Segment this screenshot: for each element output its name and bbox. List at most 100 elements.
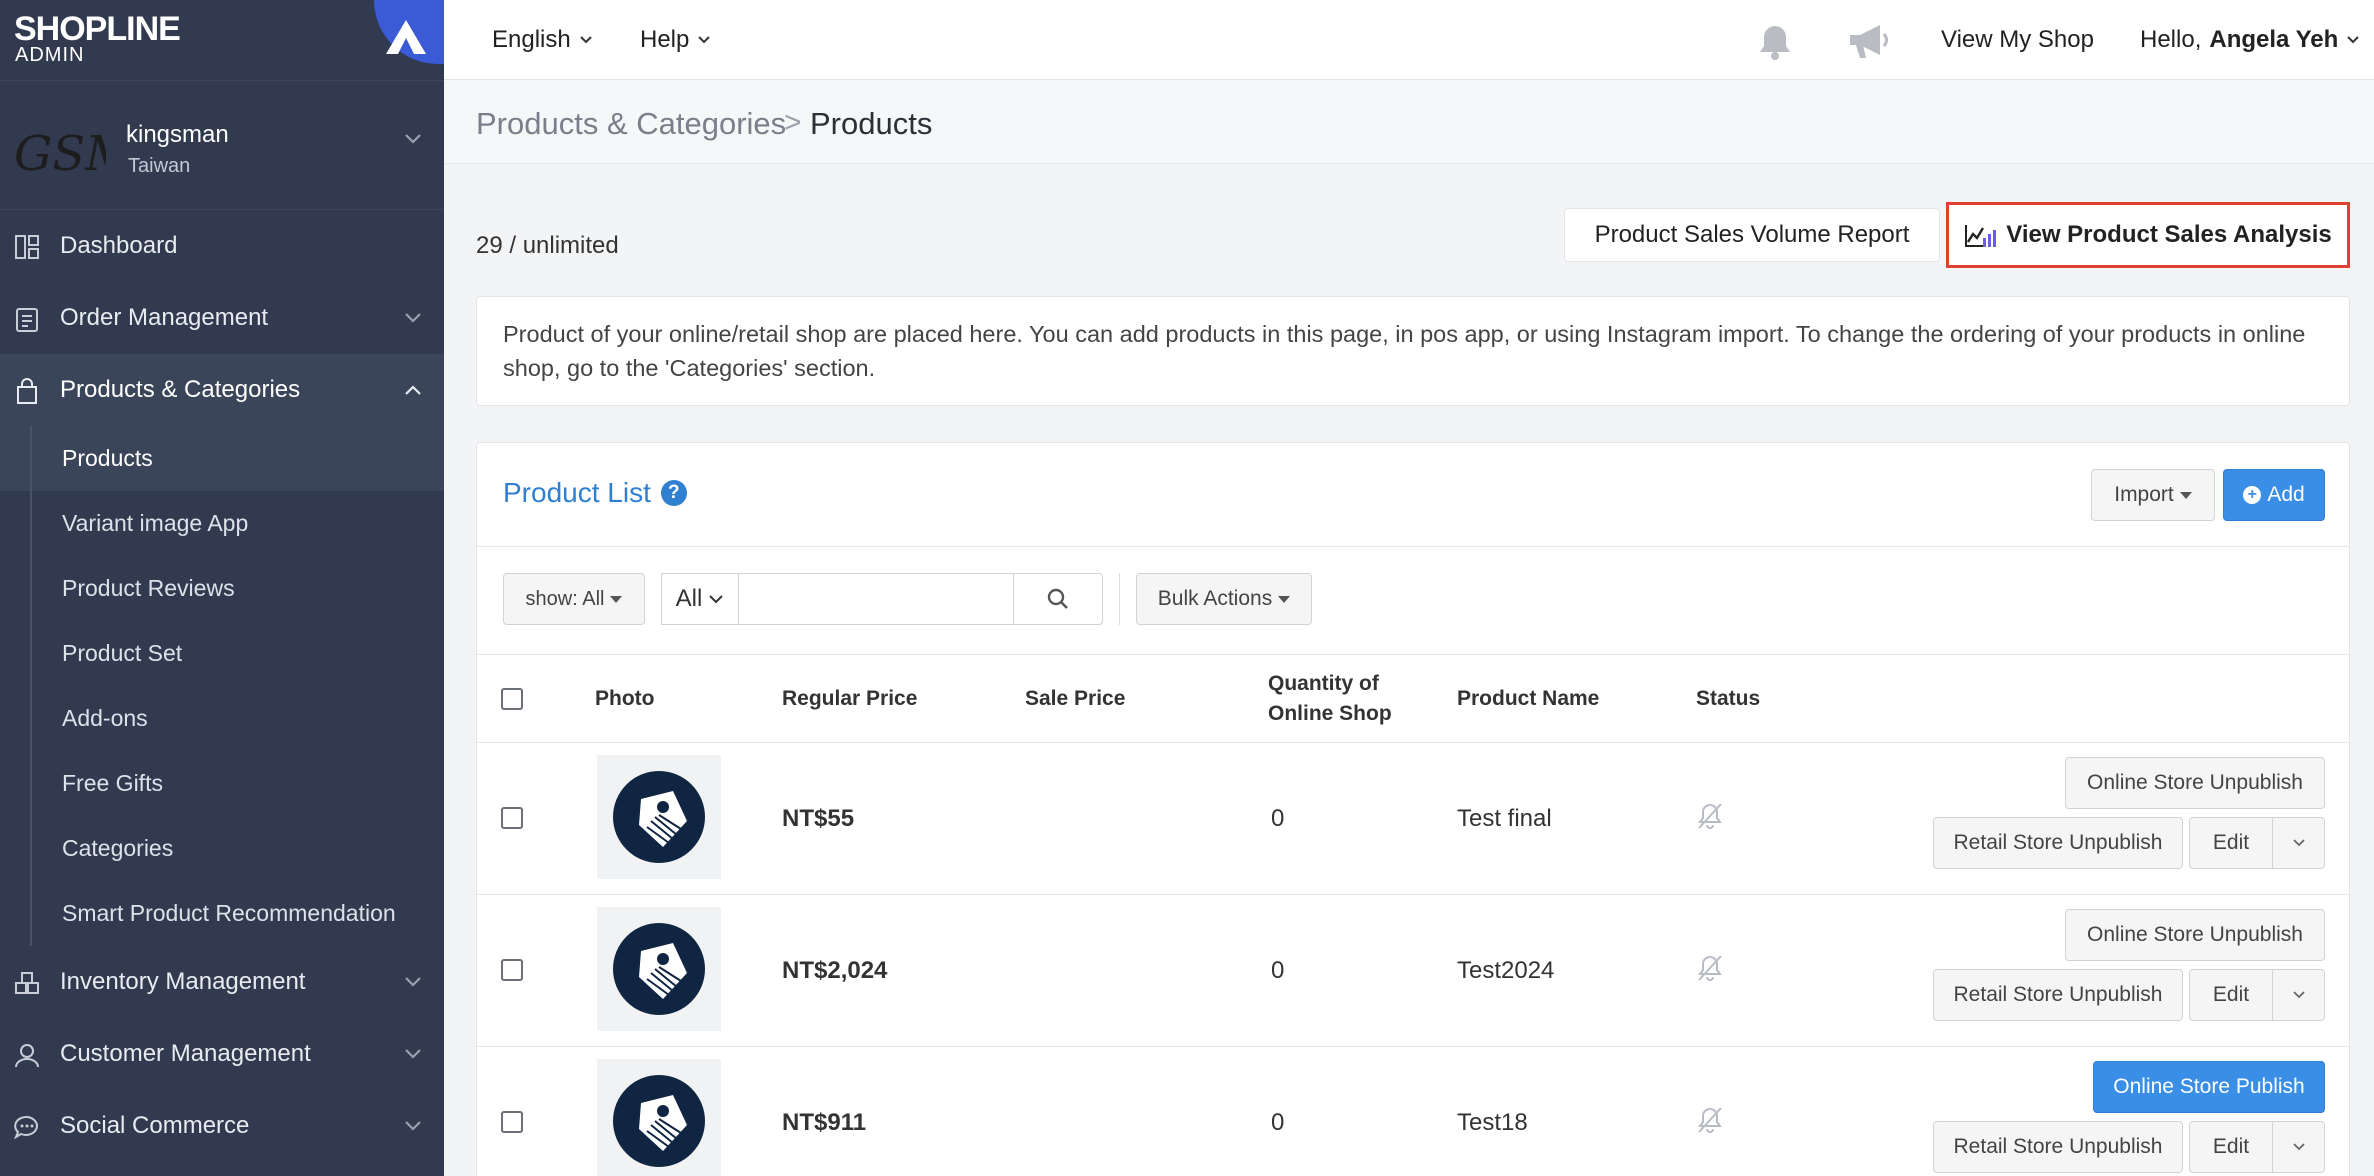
product-thumbnail[interactable] — [597, 755, 721, 879]
column-sale-price: Sale Price — [1025, 687, 1126, 710]
product-count: 29 / unlimited — [476, 232, 619, 259]
retail-store-unpublish-button[interactable]: Retail Store Unpublish — [1933, 817, 2183, 869]
breadcrumb-parent[interactable]: Products & Categories — [476, 106, 786, 142]
submenu-line — [30, 426, 32, 946]
chevron-up-icon — [405, 385, 421, 395]
chevron-down-icon — [405, 977, 421, 987]
import-button[interactable]: Import — [2091, 469, 2215, 521]
shopline-mark-icon — [386, 20, 426, 54]
shop-logo: GSM — [14, 119, 106, 189]
notification-off-icon — [1698, 803, 1722, 829]
product-tag-icon — [613, 923, 705, 1015]
row-checkbox[interactable] — [501, 1111, 523, 1133]
row-checkbox[interactable] — [501, 807, 523, 829]
notification-off-icon — [1698, 955, 1722, 981]
breadcrumb: Products & Categories > Products — [444, 80, 2374, 164]
bell-icon[interactable] — [1754, 20, 1796, 62]
product-name[interactable]: Test2024 — [1457, 957, 1554, 985]
divider — [1119, 573, 1120, 625]
sidebar-item-dashboard[interactable]: Dashboard — [0, 210, 444, 282]
bulk-actions-label: Bulk Actions — [1157, 587, 1273, 610]
online-store-publish-toggle-button[interactable]: Online Store Unpublish — [2065, 757, 2325, 809]
product-thumbnail[interactable] — [597, 1059, 721, 1176]
sales-volume-report-button[interactable]: Product Sales Volume Report — [1564, 208, 1940, 262]
caret-down-icon — [2179, 491, 2192, 499]
edit-button[interactable]: Edit — [2189, 969, 2273, 1021]
search-input[interactable] — [738, 573, 1014, 625]
retail-store-unpublish-button[interactable]: Retail Store Unpublish — [1933, 969, 2183, 1021]
chevron-down-icon — [405, 313, 421, 323]
language-dropdown[interactable]: English — [492, 26, 593, 54]
show-filter-dropdown[interactable]: show: All — [503, 573, 645, 625]
sidebar-item-social-commerce[interactable]: Social Commerce — [0, 1090, 444, 1162]
view-my-shop-label: View My Shop — [1941, 26, 2094, 53]
chevron-down-icon — [2347, 36, 2360, 44]
product-name[interactable]: Test final — [1457, 805, 1552, 833]
search-scope-select[interactable]: All — [661, 573, 739, 625]
product-name[interactable]: Test18 — [1457, 1109, 1528, 1137]
edit-button[interactable]: Edit — [2189, 817, 2273, 869]
more-actions-dropdown[interactable] — [2272, 1121, 2325, 1173]
select-all-checkbox[interactable] — [501, 688, 523, 710]
help-dropdown[interactable]: Help — [640, 26, 711, 54]
column-status: Status — [1696, 687, 1761, 710]
topbar: English Help View My Shop Hello, Angela … — [444, 0, 2374, 80]
status — [1695, 953, 1725, 988]
chevron-down-icon — [405, 1049, 421, 1059]
online-store-publish-toggle-button[interactable]: Online Store Unpublish — [2065, 909, 2325, 961]
sidebar-subitem-product-reviews[interactable]: Product Reviews — [0, 556, 444, 621]
product-list-title-text: Product List — [503, 477, 651, 508]
brand-corner — [374, 0, 444, 64]
sidebar-subitem-free-gifts[interactable]: Free Gifts — [0, 751, 444, 816]
sidebar-item-inventory-management[interactable]: Inventory Management — [0, 946, 444, 1018]
view-sales-analysis-button[interactable]: View Product Sales Analysis — [1946, 202, 2350, 268]
product-list-card: Product List ? Import + Add show: All Al… — [476, 442, 2350, 1176]
sidebar-item-label: Customer Management — [60, 1040, 311, 1067]
sidebar-item-customer-management[interactable]: Customer Management — [0, 1018, 444, 1090]
sidebar-subitem-variant-image-app[interactable]: Variant image App — [0, 491, 444, 556]
show-filter-label: show: All — [525, 587, 605, 610]
megaphone-icon[interactable] — [1846, 20, 1892, 62]
sidebar-subitem-add-ons[interactable]: Add-ons — [0, 686, 444, 751]
status — [1695, 1105, 1725, 1140]
import-label: Import — [2114, 483, 2174, 506]
sidebar-item-products-categories[interactable]: Products & Categories — [0, 354, 444, 426]
user-menu[interactable]: Hello, Angela Yeh — [2140, 26, 2360, 54]
product-thumbnail[interactable] — [597, 907, 721, 1031]
chevron-down-icon — [698, 36, 711, 44]
view-sales-analysis-label: View Product Sales Analysis — [2006, 221, 2332, 248]
notification-off-icon — [1698, 1107, 1722, 1133]
search-button[interactable] — [1013, 573, 1103, 625]
info-message: Product of your online/retail shop are p… — [476, 296, 2350, 406]
sidebar-subitem-categories[interactable]: Categories — [0, 816, 444, 881]
regular-price: NT$2,024 — [782, 957, 888, 984]
sidebar-item-order-management[interactable]: Order Management — [0, 282, 444, 354]
retail-store-unpublish-button[interactable]: Retail Store Unpublish — [1933, 1121, 2183, 1173]
add-product-button[interactable]: + Add — [2223, 469, 2325, 521]
view-my-shop-link[interactable]: View My Shop — [1941, 26, 2094, 54]
chat-bubble-icon — [14, 1115, 38, 1140]
sidebar-item-label: Inventory Management — [60, 968, 306, 995]
bulk-actions-dropdown[interactable]: Bulk Actions — [1136, 573, 1312, 625]
edit-button[interactable]: Edit — [2189, 1121, 2273, 1173]
sidebar-item-label: Social Commerce — [60, 1112, 250, 1139]
greeting-label: Hello, — [2140, 26, 2202, 53]
shop-region: Taiwan — [128, 155, 191, 177]
row-checkbox[interactable] — [501, 959, 523, 981]
product-tag-icon — [613, 1075, 705, 1167]
more-actions-dropdown[interactable] — [2272, 969, 2325, 1021]
column-product-name: Product Name — [1457, 687, 1600, 710]
shop-switcher[interactable]: GSM kingsman Taiwan — [0, 80, 444, 210]
sidebar-subitem-product-set[interactable]: Product Set — [0, 621, 444, 686]
more-actions-dropdown[interactable] — [2272, 817, 2325, 869]
sidebar-subitem-products[interactable]: Products — [0, 426, 444, 491]
sidebar-submenu: Products Variant image App Product Revie… — [0, 426, 444, 946]
column-regular-price: Regular Price — [782, 687, 918, 710]
help-icon[interactable]: ? — [660, 480, 687, 506]
sidebar-item-label: Dashboard — [60, 232, 178, 259]
chevron-down-icon — [405, 1121, 421, 1131]
sidebar-subitem-smart-recommendation[interactable]: Smart Product Recommendation — [0, 881, 444, 946]
online-store-publish-toggle-button[interactable]: Online Store Publish — [2093, 1061, 2325, 1113]
column-quantity: Quantity of Online Shop — [1268, 669, 1392, 729]
online-quantity: 0 — [1271, 805, 1285, 832]
